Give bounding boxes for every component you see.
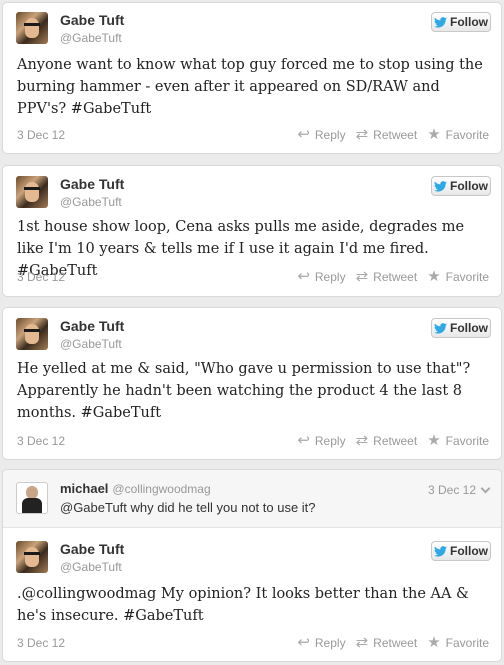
tweet-date[interactable]: 3 Dec 12 [17,434,65,448]
follow-label: Follow [450,321,488,335]
retweet-action[interactable]: ⇄ Retweet [356,127,418,142]
tweet-card: Gabe Tuft @GabeTuft Follow 1st house sho… [2,165,502,297]
tweet-text: Anyone want to know what top guy forced … [17,57,483,117]
retweet-label: Retweet [373,433,418,448]
reply-icon: ↩ [297,268,310,285]
star-icon: ★ [427,268,441,285]
tweet-actions: ↩ Reply ⇄ Retweet ★ Favorite [297,635,489,650]
reply-icon: ↩ [297,634,310,651]
retweet-label: Retweet [373,127,418,142]
star-icon: ★ [427,634,441,651]
avatar[interactable] [16,176,48,208]
in-reply-to-tweet[interactable]: michael @collingwoodmag @GabeTuft why did… [3,470,501,527]
avatar[interactable] [16,12,48,44]
follow-label: Follow [450,179,488,193]
favorite-action[interactable]: ★ Favorite [427,127,489,142]
reply-icon: ↩ [297,432,310,449]
twitter-bird-icon [434,180,447,192]
tweet-date[interactable]: 3 Dec 12 [17,270,65,284]
author-name[interactable]: Gabe Tuft [60,318,124,334]
reply-author-handle: @collingwoodmag [112,482,211,496]
retweet-label: Retweet [373,635,418,650]
tweet-card: Gabe Tuft @GabeTuft Follow Anyone want t… [2,2,502,154]
author-handle[interactable]: @GabeTuft [60,31,122,45]
favorite-label: Favorite [445,127,489,142]
tweet-date[interactable]: 3 Dec 12 [17,128,65,142]
follow-button[interactable]: Follow [431,318,491,338]
retweet-icon: ⇄ [355,634,369,651]
reply-text: @GabeTuft why did he tell you not to use… [60,500,316,515]
author-handle[interactable]: @GabeTuft [60,195,122,209]
reply-icon: ↩ [297,126,310,143]
retweet-icon: ⇄ [355,432,369,449]
avatar[interactable] [16,541,48,573]
follow-label: Follow [450,544,488,558]
tweet-actions: ↩ Reply ⇄ Retweet ★ Favorite [297,433,489,448]
retweet-action[interactable]: ⇄ Retweet [356,269,418,284]
tweet-text: He yelled at me & said, "Who gave u perm… [17,361,471,421]
favorite-label: Favorite [445,269,489,284]
avatar[interactable] [16,482,48,514]
avatar[interactable] [16,318,48,350]
retweet-label: Retweet [373,269,418,284]
retweet-action[interactable]: ⇄ Retweet [356,433,418,448]
star-icon: ★ [427,432,441,449]
reply-date-text: 3 Dec 12 [427,483,476,497]
author-name[interactable]: Gabe Tuft [60,176,124,192]
reply-label: Reply [314,635,346,650]
conversation-card: michael @collingwoodmag @GabeTuft why did… [2,469,502,662]
twitter-bird-icon [434,16,447,28]
favorite-action[interactable]: ★ Favorite [427,635,489,650]
author-handle[interactable]: @GabeTuft [60,560,122,574]
author-name[interactable]: Gabe Tuft [60,12,124,28]
tweet-actions: ↩ Reply ⇄ Retweet ★ Favorite [297,269,489,284]
follow-button[interactable]: Follow [431,176,491,196]
star-icon: ★ [427,126,441,143]
reply-action[interactable]: ↩ Reply [297,269,345,284]
author-name[interactable]: Gabe Tuft [60,541,124,557]
tweet-text: .@collingwoodmag My opinion? It looks be… [17,586,469,624]
twitter-bird-icon [434,545,447,557]
reply-author[interactable]: michael @collingwoodmag [60,481,211,496]
follow-button[interactable]: Follow [431,541,491,561]
follow-button[interactable]: Follow [431,12,491,32]
reply-action[interactable]: ↩ Reply [297,433,345,448]
favorite-action[interactable]: ★ Favorite [427,433,489,448]
divider [3,527,501,528]
reply-date[interactable]: 3 Dec 12 [427,483,491,497]
reply-action[interactable]: ↩ Reply [297,127,345,142]
favorite-label: Favorite [445,635,489,650]
author-handle[interactable]: @GabeTuft [60,337,122,351]
tweet-date[interactable]: 3 Dec 12 [17,636,65,650]
favorite-action[interactable]: ★ Favorite [427,269,489,284]
chevron-down-icon[interactable] [480,483,491,494]
reply-label: Reply [314,433,346,448]
reply-action[interactable]: ↩ Reply [297,635,345,650]
reply-label: Reply [314,269,346,284]
reply-author-name: michael [60,481,109,496]
favorite-label: Favorite [445,433,489,448]
retweet-icon: ⇄ [355,268,369,285]
reply-label: Reply [314,127,346,142]
retweet-icon: ⇄ [355,126,369,143]
tweet-actions: ↩ Reply ⇄ Retweet ★ Favorite [297,127,489,142]
twitter-bird-icon [434,322,447,334]
retweet-action[interactable]: ⇄ Retweet [356,635,418,650]
follow-label: Follow [450,15,488,29]
tweet-card: Gabe Tuft @GabeTuft Follow He yelled at … [2,307,502,460]
